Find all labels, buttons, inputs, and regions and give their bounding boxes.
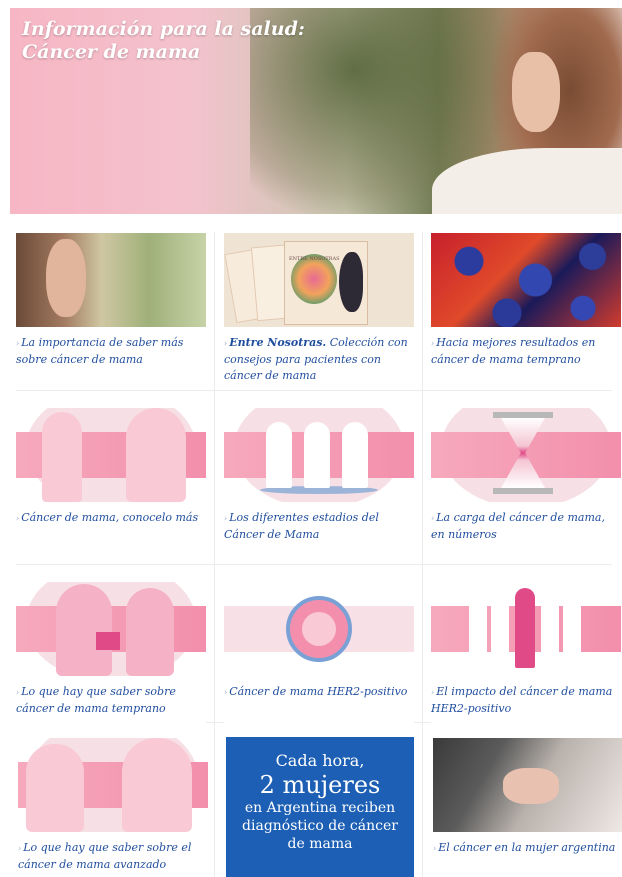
card-mujer-argentina[interactable]: › El cáncer en la mujer argentina xyxy=(433,738,622,877)
women-silhouettes-illustration xyxy=(16,408,206,502)
card-temprano[interactable]: › Lo que hay que saber sobre cáncer de ma… xyxy=(16,582,206,732)
card-caption[interactable]: La carga del cáncer de mama, en números xyxy=(431,511,605,541)
card-mejores-resultados[interactable]: › Hacia mejores resultados en cáncer de m… xyxy=(431,233,621,383)
women-silhouettes-illustration xyxy=(18,738,208,832)
three-women-illustration xyxy=(224,408,414,502)
chevron-right-icon: › xyxy=(224,514,228,523)
statistic-promo-banner[interactable]: Cada hora, 2 mujeres en Argentina recibe… xyxy=(226,737,414,877)
card-saber-mas[interactable]: › La importancia de saber más sobre cánce… xyxy=(16,233,206,383)
promo-line-1: Cada hora, xyxy=(275,751,365,770)
card-caption[interactable]: Los diferentes estadios del Cáncer de Ma… xyxy=(224,511,379,541)
woman-face xyxy=(512,52,560,132)
page-title: Información para la salud: Cáncer de mam… xyxy=(22,18,305,63)
card-caption[interactable]: Hacia mejores resultados en cáncer de ma… xyxy=(431,336,595,366)
card-carga[interactable]: › La carga del cáncer de mama, en números xyxy=(431,408,621,558)
chevron-right-icon: › xyxy=(224,339,228,348)
hero-banner: Información para la salud: Cáncer de mam… xyxy=(10,8,622,214)
card-entre-nosotras[interactable]: ENTRE NOSOTRAS › Entre Nosotras. Colecció… xyxy=(224,233,414,383)
chevron-right-icon: › xyxy=(16,688,20,697)
promo-line-2: 2 mujeres xyxy=(259,771,381,799)
clasped-hands-photo xyxy=(433,738,622,832)
promo-line-5: de mama xyxy=(287,836,353,852)
card-her2[interactable]: › Cáncer de mama HER2-positivo xyxy=(224,582,414,732)
card-caption-bold[interactable]: Entre Nosotras. xyxy=(229,336,326,349)
card-caption[interactable]: El impacto del cáncer de mama HER2-posit… xyxy=(431,685,612,715)
cell-receptor-illustration xyxy=(224,582,414,676)
woman-profile-photo xyxy=(16,233,206,327)
women-group-illustration xyxy=(431,582,621,676)
chevron-right-icon: › xyxy=(431,514,435,523)
card-caption[interactable]: Cáncer de mama HER2-positivo xyxy=(229,685,407,698)
card-estadios[interactable]: › Los diferentes estadios del Cáncer de M… xyxy=(224,408,414,558)
chevron-right-icon: › xyxy=(16,339,20,348)
chevron-right-icon: › xyxy=(16,514,20,523)
column-divider xyxy=(422,232,423,877)
chevron-right-icon: › xyxy=(431,688,435,697)
card-impacto-her2[interactable]: › El impacto del cáncer de mama HER2-posi… xyxy=(431,582,621,732)
hourglass-illustration xyxy=(431,408,621,502)
row-divider xyxy=(16,564,612,565)
card-caption[interactable]: Cáncer de mama, conocelo más xyxy=(21,511,198,524)
row-divider xyxy=(16,390,612,391)
promo-line-3: en Argentina reciben xyxy=(244,800,396,816)
card-caption[interactable]: La importancia de saber más sobre cáncer… xyxy=(16,336,183,366)
chevron-right-icon: › xyxy=(431,339,435,348)
book-title-text: ENTRE NOSOTRAS xyxy=(289,256,340,262)
chevron-right-icon: › xyxy=(433,844,437,853)
book-cover-image: ENTRE NOSOTRAS xyxy=(224,233,414,327)
doctor-patient-illustration xyxy=(16,582,206,676)
card-caption[interactable]: Lo que hay que saber sobre cáncer de mam… xyxy=(16,685,176,715)
promo-line-4: diagnóstico de cáncer xyxy=(242,818,398,834)
chevron-right-icon: › xyxy=(224,688,228,697)
card-conocelo[interactable]: › Cáncer de mama, conocelo más xyxy=(16,408,206,558)
card-caption[interactable]: Lo que hay que saber sobre el cáncer de … xyxy=(18,841,191,871)
cell-microscopy-image xyxy=(431,233,621,327)
column-divider xyxy=(214,232,215,877)
chevron-right-icon: › xyxy=(18,844,22,853)
card-caption[interactable]: El cáncer en la mujer argentina xyxy=(438,841,615,854)
card-avanzado[interactable]: › Lo que hay que saber sobre el cáncer de… xyxy=(18,738,208,877)
